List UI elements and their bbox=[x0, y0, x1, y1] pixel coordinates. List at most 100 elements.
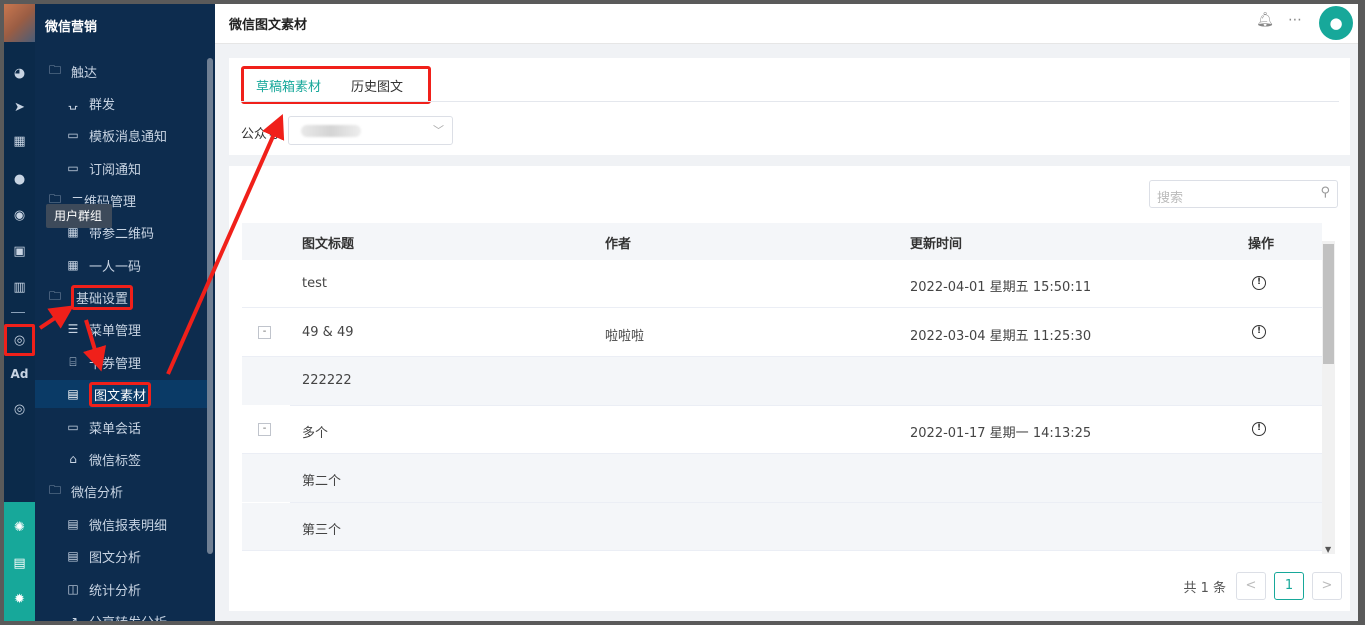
message-icon: ▭ bbox=[67, 128, 79, 142]
report-icon: ▤ bbox=[67, 517, 79, 531]
table-row-child[interactable]: 第二个 bbox=[242, 454, 1322, 503]
mass-send-icon: ⍽ bbox=[68, 96, 78, 110]
sidebar-item-stat-analysis[interactable]: ◫ 统计分析 bbox=[35, 575, 207, 603]
brand-title: 微信营销 bbox=[45, 20, 98, 35]
table-row[interactable]: test 2022-04-01 星期五 15:50:11 ! bbox=[242, 260, 1322, 308]
page-button[interactable]: 1 bbox=[1274, 572, 1304, 600]
send-icon[interactable]: ➤ bbox=[4, 94, 35, 120]
cell-time: 2022-03-04 星期五 11:25:30 bbox=[910, 329, 1092, 344]
sidebar-item-menu-session[interactable]: ▭ 菜单会话 bbox=[35, 413, 207, 441]
page-title: 微信图文素材 bbox=[229, 18, 308, 33]
chart-icon: ◫ bbox=[67, 582, 79, 596]
folder-icon: 🗀 bbox=[48, 62, 61, 77]
sidebar-group-analysis[interactable]: 🗀 微信分析 bbox=[35, 477, 207, 505]
tab-history[interactable]: 历史图文 bbox=[339, 76, 415, 95]
next-page-button[interactable]: > bbox=[1312, 572, 1342, 600]
folder-icon: 🗀 bbox=[48, 482, 61, 497]
sidebar-item-wechat-tags[interactable]: ⌂ 微信标签 bbox=[35, 445, 207, 473]
ad-icon[interactable]: Ad bbox=[4, 361, 35, 387]
table-header: 图文标题 作者 更新时间 操作 bbox=[242, 223, 1322, 260]
bookmark-icon[interactable]: ▣ bbox=[4, 238, 35, 264]
bell-icon[interactable]: 🔔︎ bbox=[1255, 12, 1275, 32]
info-icon[interactable]: ! bbox=[1252, 422, 1266, 436]
collapse-icon[interactable]: - bbox=[258, 326, 271, 339]
tab-divider bbox=[241, 101, 1339, 102]
info-icon[interactable]: ! bbox=[1252, 276, 1266, 290]
tag-icon: ⌂ bbox=[69, 452, 77, 466]
sidebar-group-basic-settings[interactable]: 🗀 基础设置 bbox=[35, 283, 207, 311]
user-icon[interactable]: ● bbox=[4, 166, 35, 192]
top-header: 微信图文素材 🔔︎ ⋯ ● bbox=[215, 4, 1358, 44]
prev-page-button[interactable]: < bbox=[1236, 572, 1266, 600]
qrcode-icon: ▦ bbox=[67, 258, 79, 272]
account-select[interactable]: ﹀ bbox=[288, 116, 453, 145]
wechat-icon[interactable]: ◎ bbox=[4, 324, 35, 356]
app-logo bbox=[4, 4, 35, 42]
account-label: 公众号 bbox=[241, 127, 281, 142]
column-header-action: 操作 bbox=[1248, 237, 1275, 252]
table-card: 搜索 ⚲ 图文标题 作者 更新时间 操作 test 2022-04-01 星期五… bbox=[229, 166, 1350, 611]
report-icon: ▤ bbox=[67, 549, 79, 563]
list-icon: ☰ bbox=[67, 322, 79, 336]
table-row[interactable]: - 多个 2022-01-17 星期一 14:13:25 ! bbox=[242, 406, 1322, 454]
sidebar-item-coupon[interactable]: ⌸ 卡券管理 bbox=[35, 348, 207, 376]
table-row-child[interactable]: 第三个 bbox=[242, 503, 1322, 551]
cell-title: 第三个 bbox=[302, 523, 342, 538]
sidebar-item-subscription[interactable]: ▭ 订阅通知 bbox=[35, 154, 207, 182]
sidebar-item-mass-send[interactable]: ⍽ 群发 bbox=[35, 89, 207, 117]
sidebar-item-article-analysis[interactable]: ▤ 图文分析 bbox=[35, 542, 207, 570]
compass-icon[interactable]: ◎ bbox=[4, 396, 35, 422]
dashboard-icon[interactable]: ◕ bbox=[4, 60, 35, 86]
chevron-down-icon: ﹀ bbox=[433, 124, 444, 137]
cell-time: 2022-04-01 星期五 15:50:11 bbox=[910, 280, 1092, 295]
annotation-box: 图文素材 bbox=[89, 381, 152, 407]
scrollbar-thumb[interactable] bbox=[1323, 244, 1334, 364]
info-icon[interactable]: ! bbox=[1252, 325, 1266, 339]
sidebar-group-reach[interactable]: 🗀 触达 bbox=[35, 57, 207, 85]
table-scrollbar[interactable]: ▼ bbox=[1322, 241, 1335, 554]
sidebar-scrollbar[interactable] bbox=[207, 58, 213, 554]
tab-drafts[interactable]: 草稿箱素材 bbox=[244, 76, 333, 95]
app-window: ◕ ➤ ▦ ● ◉ ▣ ▥ ◎ Ad ◎ ✺ ▤ ✹ 微信营销 🗀 触达 ⍽ 群发 … bbox=[4, 4, 1358, 621]
column-header-time: 更新时间 bbox=[910, 237, 963, 252]
table-row-child[interactable]: 222222 bbox=[242, 357, 1322, 406]
chat-icon[interactable]: ⋯ bbox=[1285, 12, 1305, 32]
article-table: 图文标题 作者 更新时间 操作 test 2022-04-01 星期五 15:5… bbox=[242, 223, 1322, 553]
sidebar: 微信营销 🗀 触达 ⍽ 群发 ▭ 模板消息通知 ▭ 订阅通知 🗀 二维码管理 ▦ 带参二维码… bbox=[35, 4, 215, 621]
cell-author: 啦啦啦 bbox=[605, 329, 645, 344]
search-icon[interactable]: ⚲ bbox=[1320, 185, 1330, 200]
hub-icon[interactable]: ✺ bbox=[4, 514, 35, 540]
search-input[interactable]: 搜索 ⚲ bbox=[1149, 180, 1338, 208]
bar-chart-icon[interactable]: ▥ bbox=[4, 274, 35, 300]
account-value-blurred bbox=[301, 125, 361, 137]
sidebar-item-template-message[interactable]: ▭ 模板消息通知 bbox=[35, 121, 207, 149]
icon-rail: ◕ ➤ ▦ ● ◉ ▣ ▥ ◎ Ad ◎ ✺ ▤ ✹ bbox=[4, 4, 35, 621]
sidebar-item-report-detail[interactable]: ▤ 微信报表明细 bbox=[35, 510, 207, 538]
tooltip: 用户群组 bbox=[46, 204, 112, 228]
layout-icon[interactable]: ▦ bbox=[4, 128, 35, 154]
article-icon: ▤ bbox=[67, 387, 79, 401]
folder-icon: 🗀 bbox=[48, 288, 61, 303]
column-header-title: 图文标题 bbox=[302, 237, 355, 252]
sidebar-item-article-material[interactable]: ▤ 图文素材 bbox=[35, 380, 207, 408]
sidebar-item-one-code[interactable]: ▦ 一人一码 bbox=[35, 251, 207, 279]
collapse-icon[interactable]: - bbox=[258, 423, 271, 436]
sidebar-item-menu-manage[interactable]: ☰ 菜单管理 bbox=[35, 315, 207, 343]
annotation-box: 基础设置 bbox=[71, 284, 134, 310]
tab-bar: 草稿箱素材 历史图文 bbox=[241, 66, 431, 104]
rail-footer: ✺ ▤ ✹ bbox=[4, 502, 35, 621]
cell-title: 49 & 49 bbox=[302, 325, 354, 340]
settings-icon[interactable]: ✹ bbox=[4, 586, 35, 612]
avatar[interactable]: ● bbox=[1319, 6, 1353, 40]
message-icon: ▭ bbox=[67, 161, 79, 175]
user-group-icon[interactable]: ◉ bbox=[4, 202, 35, 228]
cell-title: 多个 bbox=[302, 426, 329, 441]
sidebar-item-share-analysis[interactable]: ↗分享转发分析 bbox=[35, 607, 207, 621]
pagination-total: 共 1 条 bbox=[1183, 580, 1226, 596]
coupon-icon: ⌸ bbox=[69, 354, 77, 369]
scroll-down-icon[interactable]: ▼ bbox=[1325, 545, 1331, 554]
table-row[interactable]: - 49 & 49 啦啦啦 2022-03-04 星期五 11:25:30 ! bbox=[242, 309, 1322, 357]
server-icon[interactable]: ▤ bbox=[4, 550, 35, 576]
pagination: 共 1 条 < 1 > bbox=[1183, 572, 1342, 600]
filter-card: 草稿箱素材 历史图文 公众号 ﹀ bbox=[229, 58, 1350, 155]
